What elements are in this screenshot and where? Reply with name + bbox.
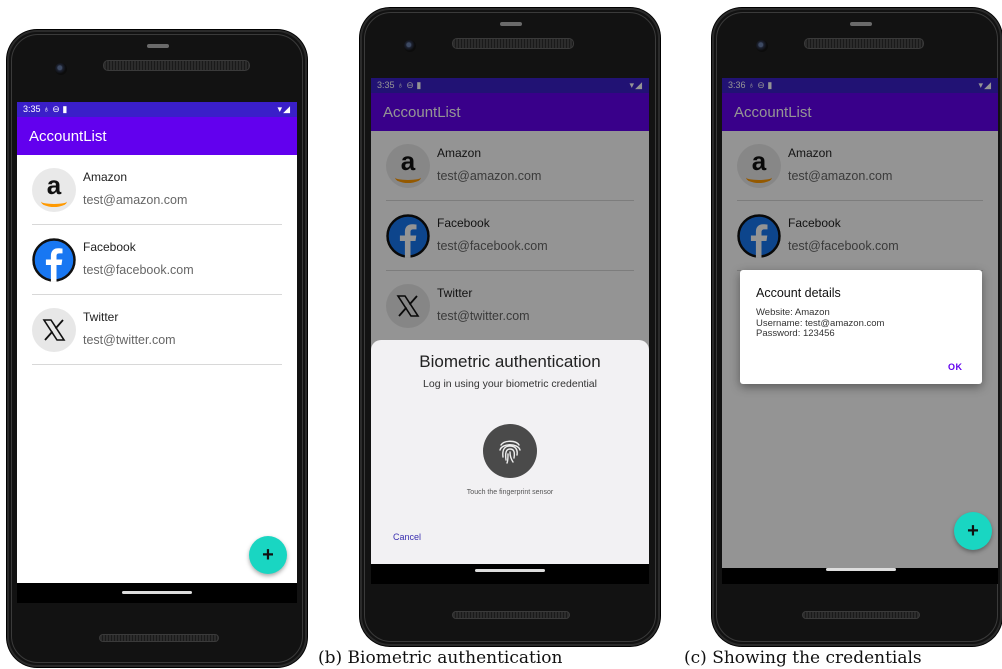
signal-battery-icon: ▾◢ — [277, 104, 291, 114]
dialog-title: Account details — [756, 286, 841, 300]
biometric-subtitle: Log in using your biometric credential — [423, 378, 597, 390]
add-account-button[interactable]: + — [249, 536, 287, 574]
dialog-line-password: Password: 123456 — [756, 328, 835, 339]
status-icons: ♁ ⊖ ▮ — [43, 104, 68, 114]
account-row-twitter[interactable]: Twitter test@twitter.com — [32, 295, 282, 365]
dialog-body: Website: Amazon Username: test@amazon.co… — [756, 307, 884, 340]
caption-b: (b) Biometric authentication — [318, 648, 563, 668]
nav-bar — [371, 564, 649, 584]
account-name: Amazon — [83, 170, 128, 184]
earpiece-grille — [804, 38, 924, 49]
account-email: test@facebook.com — [83, 263, 194, 277]
account-details-dialog: Account details Website: Amazon Username… — [740, 270, 982, 384]
front-camera — [55, 63, 67, 75]
screen-b: 3:35 ♁ ⊖ ▮ ▾◢ AccountList a Amazon test@… — [371, 78, 649, 564]
top-sensor — [147, 44, 169, 48]
nav-bar — [17, 583, 297, 603]
account-row-facebook[interactable]: Facebook test@facebook.com — [32, 225, 282, 295]
add-account-button[interactable]: + — [954, 512, 992, 550]
earpiece-grille — [452, 38, 574, 49]
home-gesture-pill[interactable] — [122, 591, 192, 594]
bottom-speaker-grille — [99, 634, 219, 642]
cancel-button[interactable]: Cancel — [393, 532, 421, 542]
account-email: test@amazon.com — [83, 193, 188, 207]
screen-a: 3:35 ♁ ⊖ ▮ ▾◢ AccountList a Amazon test@… — [17, 102, 297, 583]
phone-a: 3:35 ♁ ⊖ ▮ ▾◢ AccountList a Amazon test@… — [7, 30, 307, 667]
home-gesture-pill[interactable] — [475, 569, 545, 572]
biometric-prompt: Biometric authentication Log in using yo… — [371, 340, 649, 564]
ok-button[interactable]: OK — [948, 362, 963, 372]
caption-c: (c) Showing the credentials — [684, 648, 922, 668]
fingerprint-hint: Touch the fingerprint sensor — [466, 489, 554, 496]
earpiece-grille — [103, 60, 250, 71]
dialog-line-website: Website: Amazon — [756, 307, 830, 318]
account-name: Twitter — [83, 310, 119, 324]
nav-bar — [722, 568, 998, 584]
account-name: Facebook — [83, 240, 136, 254]
home-gesture-pill[interactable] — [826, 568, 896, 571]
top-sensor — [500, 22, 522, 26]
bottom-speaker-grille — [452, 611, 570, 619]
x-logo-icon — [32, 307, 76, 352]
screen-c: 3:36 ♁ ⊖ ▮ ▾◢ AccountList a Amazon test@… — [722, 78, 998, 568]
bottom-speaker-grille — [802, 611, 920, 619]
status-bar: 3:35 ♁ ⊖ ▮ ▾◢ — [17, 102, 297, 117]
account-row-amazon[interactable]: a Amazon test@amazon.com — [32, 155, 282, 225]
top-sensor — [850, 22, 872, 26]
app-title: AccountList — [29, 127, 107, 145]
front-camera — [404, 40, 416, 52]
app-bar: AccountList — [17, 117, 297, 155]
amazon-logo-icon: a — [32, 167, 76, 212]
phone-c: 3:36 ♁ ⊖ ▮ ▾◢ AccountList a Amazon test@… — [712, 8, 1002, 646]
facebook-logo-icon — [32, 237, 76, 282]
account-email: test@twitter.com — [83, 333, 176, 347]
account-list: a Amazon test@amazon.com Facebook test@f… — [17, 155, 297, 365]
fingerprint-icon[interactable] — [483, 424, 537, 478]
status-time: 3:35 — [23, 104, 41, 114]
front-camera — [756, 40, 768, 52]
biometric-title: Biometric authentication — [419, 352, 601, 371]
phone-b: 3:35 ♁ ⊖ ▮ ▾◢ AccountList a Amazon test@… — [360, 8, 660, 646]
